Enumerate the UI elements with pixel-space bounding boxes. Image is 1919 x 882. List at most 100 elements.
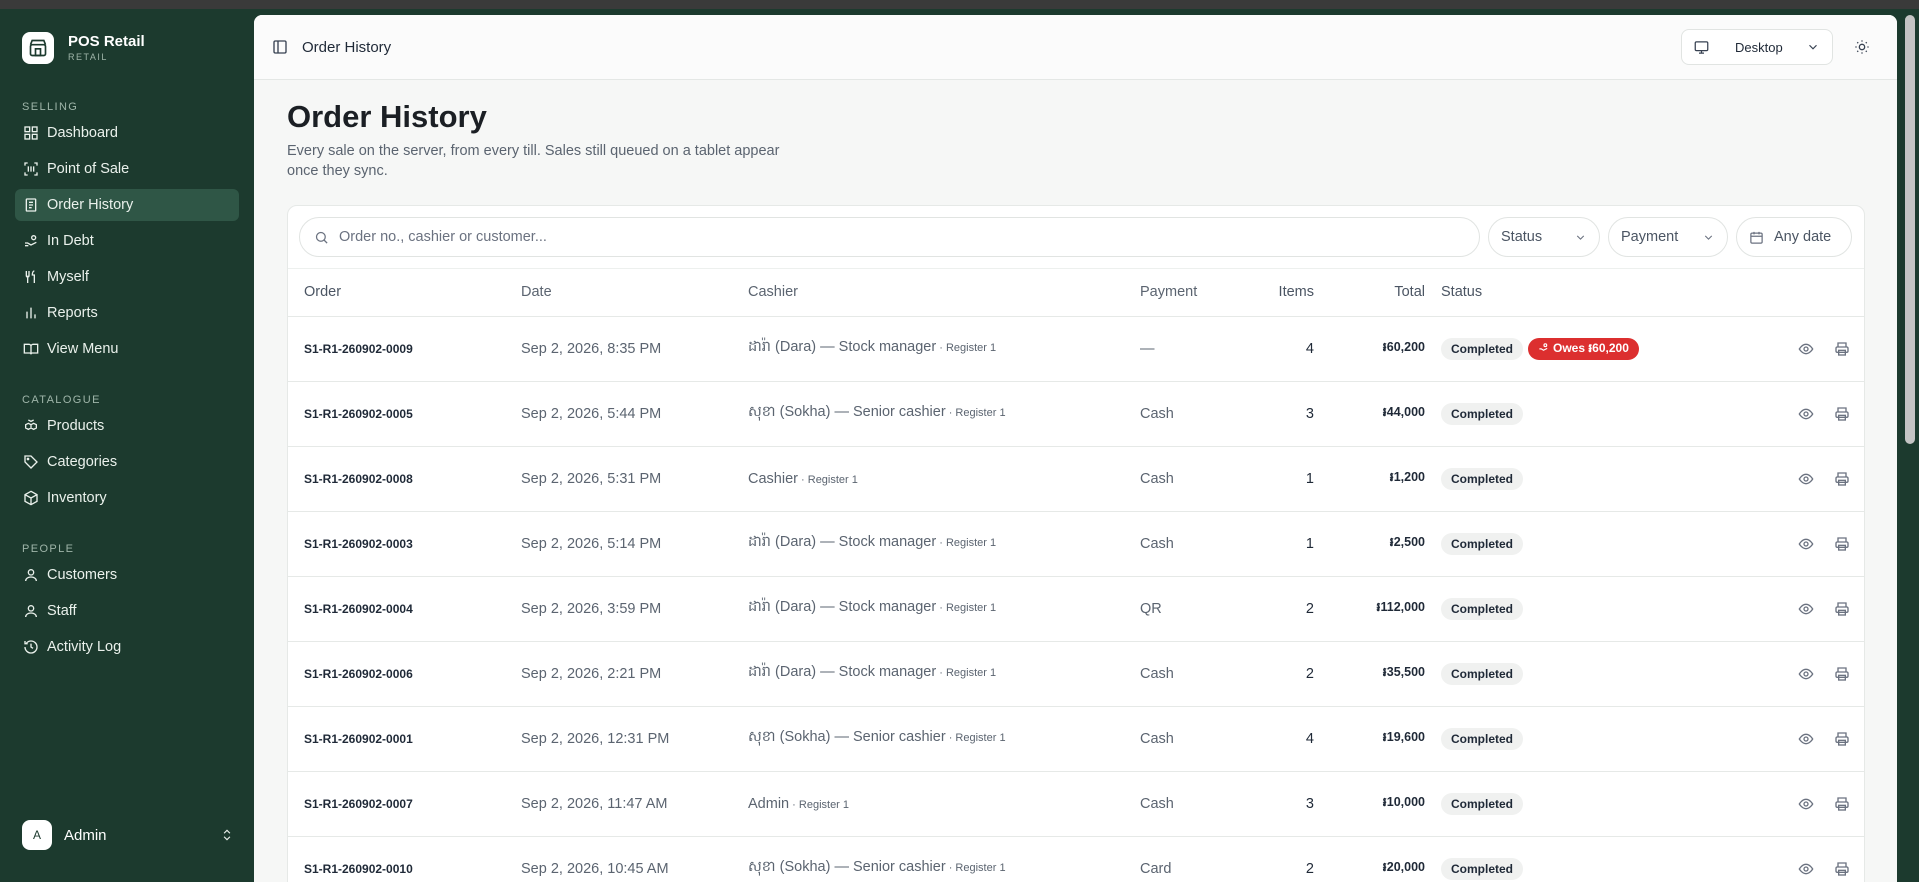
- view-order-button[interactable]: [1792, 338, 1814, 360]
- date-filter[interactable]: Any date: [1736, 217, 1852, 257]
- view-order-button[interactable]: [1792, 793, 1814, 815]
- eye-icon: [1798, 863, 1814, 880]
- sidebar-item-dashboard[interactable]: Dashboard: [15, 117, 239, 149]
- print-receipt-button[interactable]: [1828, 858, 1850, 880]
- order-number[interactable]: S1-R1-260902-0003: [288, 511, 521, 577]
- search-box[interactable]: [299, 217, 1480, 257]
- row-actions: [1754, 316, 1864, 382]
- view-order-button[interactable]: [1792, 598, 1814, 620]
- column-header-cashier[interactable]: Cashier: [748, 269, 1140, 317]
- eye-icon: [1798, 668, 1814, 685]
- print-receipt-button[interactable]: [1828, 338, 1850, 360]
- order-number[interactable]: S1-R1-260902-0007: [288, 771, 521, 837]
- print-receipt-button[interactable]: [1828, 403, 1850, 425]
- order-number[interactable]: S1-R1-260902-0005: [288, 381, 521, 447]
- order-payment: Card: [1140, 836, 1250, 882]
- avatar: A: [22, 820, 52, 850]
- cashier-name: ដារ៉ា (Dara) — Stock manager: [748, 339, 937, 355]
- sidebar-item-categories[interactable]: Categories: [15, 446, 239, 478]
- status-filter[interactable]: Status: [1488, 217, 1600, 257]
- search-input[interactable]: [339, 229, 1465, 245]
- order-payment: Cash: [1140, 446, 1250, 512]
- scan-icon: [24, 162, 38, 176]
- cashier-name: ដារ៉ា (Dara) — Stock manager: [748, 534, 937, 550]
- sidebar-item-label: Order History: [47, 197, 134, 213]
- table-row[interactable]: S1-R1-260902-0005 Sep 2, 2026, 5:44 PM សុខ…: [288, 381, 1864, 447]
- status-badge: Completed: [1441, 337, 1524, 360]
- table-row[interactable]: S1-R1-260902-0007 Sep 2, 2026, 11:47 AM Ad…: [288, 771, 1864, 837]
- table-row[interactable]: S1-R1-260902-0003 Sep 2, 2026, 5:14 PM ដារ…: [288, 511, 1864, 577]
- table-row[interactable]: S1-R1-260902-0009 Sep 2, 2026, 8:35 PM ដារ…: [288, 316, 1864, 382]
- order-number[interactable]: S1-R1-260902-0006: [288, 641, 521, 707]
- printer-icon: [1834, 536, 1850, 555]
- order-status: Completed: [1425, 836, 1754, 882]
- sidebar-item-customers[interactable]: Customers: [15, 559, 239, 591]
- main-panel: Order History Desktop Order History Ever…: [254, 15, 1897, 882]
- column-header-payment[interactable]: Payment: [1140, 269, 1250, 317]
- view-order-button[interactable]: [1792, 403, 1814, 425]
- book-open-icon: [23, 343, 39, 355]
- table-row[interactable]: S1-R1-260902-0008 Sep 2, 2026, 5:31 PM Cas…: [288, 446, 1864, 512]
- view-order-button[interactable]: [1792, 858, 1814, 880]
- table-row[interactable]: S1-R1-260902-0006 Sep 2, 2026, 2:21 PM ដារ…: [288, 641, 1864, 707]
- row-actions: [1754, 576, 1864, 642]
- sidebar-item-inventory[interactable]: Inventory: [15, 482, 239, 514]
- utensils-icon: [25, 270, 35, 283]
- order-total: ៛2,500: [1314, 511, 1425, 577]
- user-menu[interactable]: A Admin: [22, 819, 234, 851]
- view-order-button[interactable]: [1792, 728, 1814, 750]
- theme-toggle-button[interactable]: [1845, 30, 1879, 64]
- view-order-button[interactable]: [1792, 468, 1814, 490]
- column-header-status[interactable]: Status: [1425, 269, 1754, 317]
- sidebar-item-view-menu[interactable]: View Menu: [15, 333, 239, 365]
- order-number[interactable]: S1-R1-260902-0001: [288, 706, 521, 772]
- sidebar-item-in-debt[interactable]: In Debt: [15, 225, 239, 257]
- column-header-items[interactable]: Items: [1250, 269, 1314, 317]
- sidebar-item-myself[interactable]: Myself: [15, 261, 239, 293]
- table-row[interactable]: S1-R1-260902-0004 Sep 2, 2026, 3:59 PM ដារ…: [288, 576, 1864, 642]
- order-number[interactable]: S1-R1-260902-0004: [288, 576, 521, 642]
- brand[interactable]: POS Retail RETAIL: [0, 9, 254, 65]
- print-receipt-button[interactable]: [1828, 468, 1850, 490]
- sidebar-item-point-of-sale[interactable]: Point of Sale: [15, 153, 239, 185]
- sidebar-item-reports[interactable]: Reports: [15, 297, 239, 329]
- order-payment: Cash: [1140, 706, 1250, 772]
- print-receipt-button[interactable]: [1828, 533, 1850, 555]
- sidebar-item-products[interactable]: Products: [15, 410, 239, 442]
- order-number[interactable]: S1-R1-260902-0010: [288, 836, 521, 882]
- sidebar-item-label: Customers: [47, 567, 118, 583]
- print-receipt-button[interactable]: [1828, 663, 1850, 685]
- column-header-order[interactable]: Order: [288, 269, 521, 317]
- view-order-button[interactable]: [1792, 533, 1814, 555]
- status-badge: Completed: [1441, 792, 1524, 815]
- order-number[interactable]: S1-R1-260902-0008: [288, 446, 521, 512]
- order-payment: —: [1140, 316, 1250, 382]
- page-title: Order History: [287, 99, 487, 134]
- sidebar-toggle-icon[interactable]: [272, 39, 288, 55]
- column-header-total[interactable]: Total: [1314, 269, 1425, 317]
- print-receipt-button[interactable]: [1828, 793, 1850, 815]
- register-label: · Register 1: [945, 732, 1006, 744]
- owes-amount: Owes ៛60,200: [1553, 340, 1629, 355]
- sidebar-item-activity-log[interactable]: Activity Log: [15, 631, 239, 663]
- view-order-button[interactable]: [1792, 663, 1814, 685]
- order-number[interactable]: S1-R1-260902-0009: [288, 316, 521, 382]
- print-receipt-button[interactable]: [1828, 728, 1850, 750]
- order-cashier: សុខា (Sokha) — Senior cashier · Register…: [748, 836, 1140, 882]
- payment-filter[interactable]: Payment: [1608, 217, 1728, 257]
- eye-icon: [1798, 408, 1814, 425]
- column-header-date[interactable]: Date: [521, 269, 748, 317]
- order-date: Sep 2, 2026, 5:44 PM: [521, 381, 748, 447]
- scrollbar-thumb[interactable]: [1905, 15, 1915, 444]
- order-cashier: ដារ៉ា (Dara) — Stock manager · Register …: [748, 641, 1140, 707]
- register-label: · Register 1: [945, 862, 1006, 874]
- sidebar-item-staff[interactable]: Staff: [15, 595, 239, 627]
- table-row[interactable]: S1-R1-260902-0010 Sep 2, 2026, 10:45 AM សុ…: [288, 836, 1864, 882]
- device-select[interactable]: Desktop: [1681, 29, 1833, 65]
- print-receipt-button[interactable]: [1828, 598, 1850, 620]
- order-date: Sep 2, 2026, 5:31 PM: [521, 446, 748, 512]
- cashier-name: សុខា (Sokha) — Senior cashier: [748, 729, 946, 745]
- orders-table: Order Date Cashier Payment Items Total S…: [288, 269, 1864, 882]
- table-row[interactable]: S1-R1-260902-0001 Sep 2, 2026, 12:31 PM សុ…: [288, 706, 1864, 772]
- sidebar-item-order-history[interactable]: Order History: [15, 189, 239, 221]
